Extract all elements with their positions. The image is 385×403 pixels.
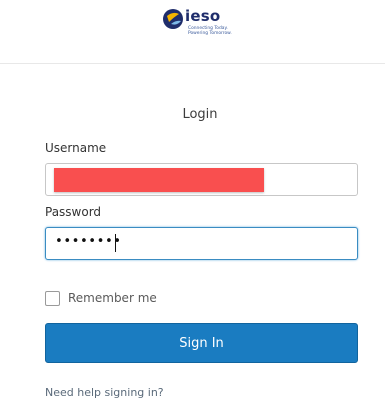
password-mask: •••••••• [55,234,122,249]
text-caret [115,234,116,252]
password-label: Password [45,205,102,219]
redacted-username [54,168,264,192]
logo-tagline-line2: Powering Tomorrow. [188,31,232,36]
remember-me[interactable]: Remember me [45,290,157,306]
username-input[interactable] [45,163,358,196]
help-link[interactable]: Need help signing in? [45,386,164,399]
logo-globe-icon [163,9,183,29]
username-label: Username [45,141,107,155]
login-page: ieso Connecting Today. Powering Tomorrow… [0,0,385,403]
logo-wordmark: ieso [185,7,221,25]
header-divider [0,63,385,64]
ieso-logo: ieso Connecting Today. Powering Tomorrow… [162,5,252,41]
login-title: Login [182,107,218,122]
remember-checkbox[interactable] [45,290,60,306]
password-input[interactable]: •••••••• [45,227,358,260]
remember-label: Remember me [68,291,157,305]
sign-in-button[interactable]: Sign In [45,323,358,363]
